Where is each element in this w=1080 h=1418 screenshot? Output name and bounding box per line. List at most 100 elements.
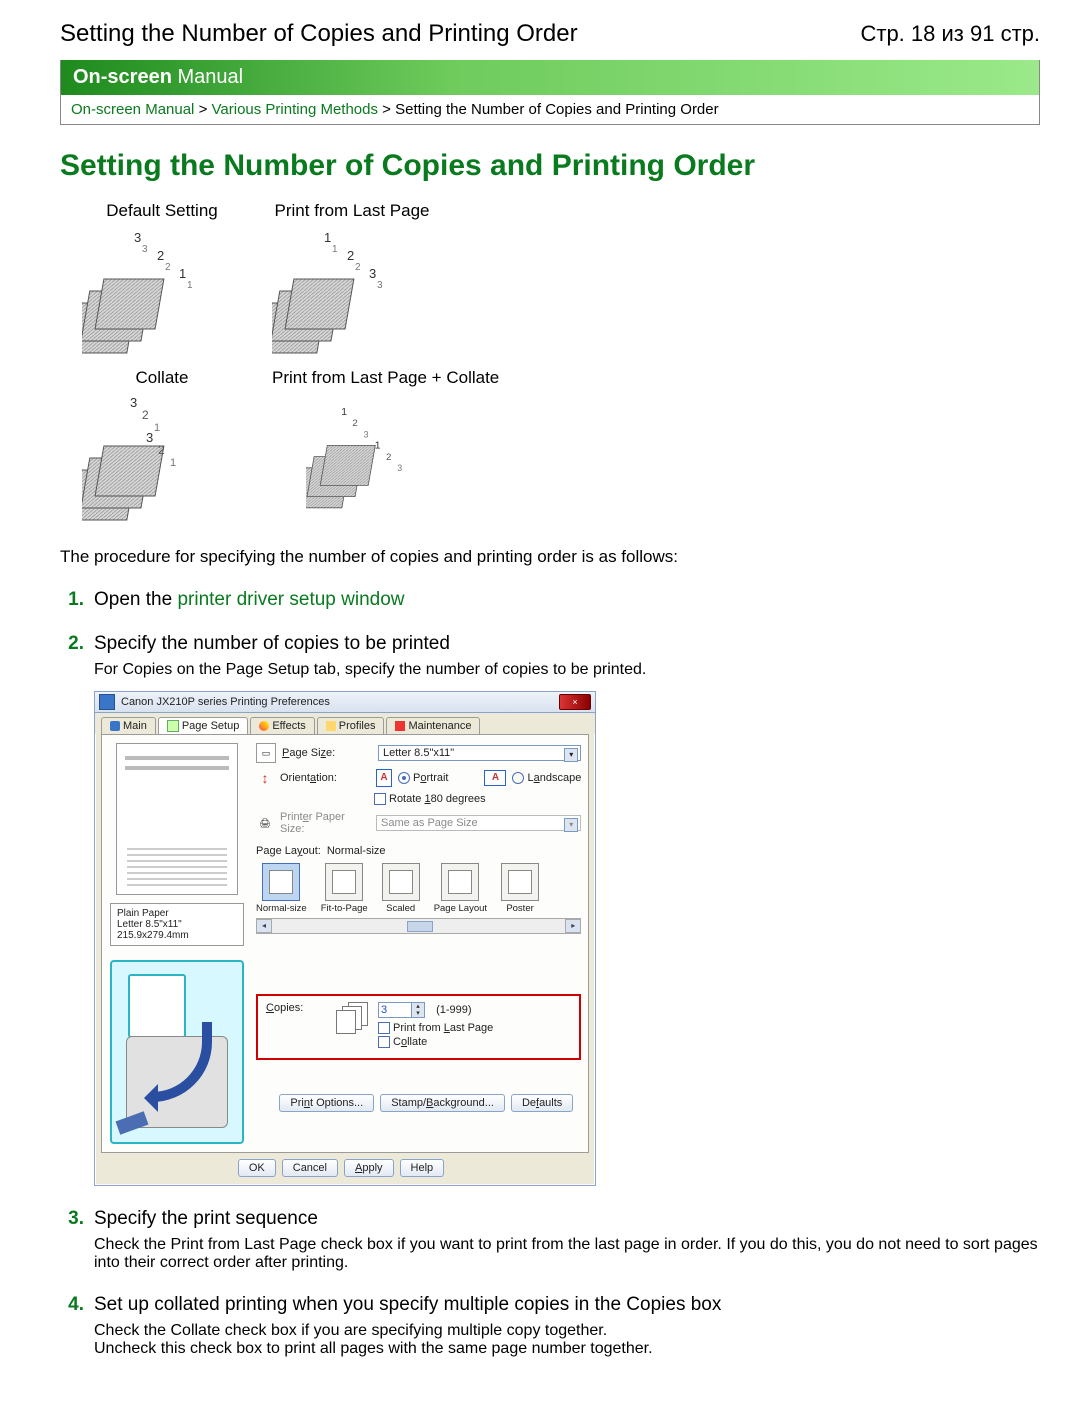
landscape-radio[interactable]: Landscape	[512, 772, 581, 784]
dialog-tabstrip: Main Page Setup Effects Profiles Mainten…	[95, 713, 595, 734]
page-size-combo[interactable]: Letter 8.5"x11" ▾	[378, 745, 581, 761]
copies-range: (1-999)	[436, 1004, 471, 1016]
scroll-left-button[interactable]: ◂	[256, 919, 272, 933]
layout-scaled[interactable]	[382, 863, 420, 901]
step-2-title: Specify the number of copies to be print…	[94, 633, 1040, 655]
figure-collate: 3 2 1 3 2 1	[82, 394, 242, 524]
intro-paragraph: The procedure for specifying the number …	[60, 547, 1040, 567]
svg-text:2: 2	[355, 262, 361, 273]
svg-text:3: 3	[369, 266, 376, 281]
step-3: 3. Specify the print sequence Check the …	[60, 1208, 1040, 1272]
dialog-titlebar[interactable]: Canon JX210P series Printing Preferences…	[95, 692, 595, 713]
printer-paper-size-combo: Same as Page Size ▾	[376, 815, 581, 831]
copies-spinner[interactable]: ▴▾	[378, 1002, 425, 1018]
step-1-prefix: Open the	[94, 589, 177, 610]
help-button[interactable]: Help	[400, 1159, 445, 1177]
tab-maintenance[interactable]: Maintenance	[386, 717, 480, 734]
svg-text:1: 1	[341, 407, 347, 418]
layout-normal-size[interactable]	[262, 863, 300, 901]
copies-stack-icon	[336, 1002, 368, 1034]
maintenance-icon	[395, 721, 405, 731]
step-4: 4. Set up collated printing when you spe…	[60, 1294, 1040, 1358]
apply-button[interactable]: Apply	[344, 1159, 394, 1177]
breadcrumb: On-screen Manual > Various Printing Meth…	[61, 95, 1039, 118]
print-from-last-page-checkbox[interactable]: Print from Last Page	[378, 1022, 571, 1034]
page-indicator: Стр. 18 из 91 стр.	[860, 21, 1040, 47]
layout-poster[interactable]	[501, 863, 539, 901]
defaults-button[interactable]: Defaults	[511, 1094, 573, 1112]
orientation-label: Orientation:	[280, 772, 370, 784]
step-number: 2.	[60, 633, 84, 1186]
stamp-background-button[interactable]: Stamp/Background...	[380, 1094, 505, 1112]
print-options-button[interactable]: Print Options...	[279, 1094, 374, 1112]
svg-text:1: 1	[187, 280, 193, 291]
ok-button[interactable]: OK	[238, 1159, 276, 1177]
page-layout-options: Normal-size Fit-to-Page Scaled Page Layo…	[256, 863, 581, 914]
scroll-right-button[interactable]: ▸	[565, 919, 581, 933]
tab-profiles[interactable]: Profiles	[317, 717, 385, 734]
svg-text:2: 2	[157, 248, 164, 263]
wrench-icon	[110, 721, 120, 731]
page-size-icon: ▭	[256, 743, 276, 763]
collate-checkbox[interactable]: Collate	[378, 1036, 571, 1048]
printer-driver-setup-window-link[interactable]: printer driver setup window	[177, 589, 404, 610]
step-2: 2. Specify the number of copies to be pr…	[60, 633, 1040, 1186]
svg-text:2: 2	[347, 248, 354, 263]
option-caption-lastpage-collate: Print from Last Page + Collate	[272, 368, 499, 388]
effects-icon	[259, 721, 269, 731]
page-layout-label: Page Layout:	[256, 845, 321, 857]
printer-paper-size-icon: 🖨	[256, 814, 274, 832]
layout-scrollbar[interactable]: ◂ ▸	[256, 918, 581, 934]
step-2-desc: For Copies on the Page Setup tab, specif…	[94, 661, 1040, 679]
svg-text:1: 1	[170, 457, 176, 469]
svg-text:2: 2	[386, 452, 391, 463]
tab-page-setup[interactable]: Page Setup	[158, 717, 249, 734]
tab-main[interactable]: Main	[101, 717, 156, 734]
media-line2: Letter 8.5"x11" 215.9x279.4mm	[117, 919, 237, 941]
portrait-icon: A	[376, 769, 392, 787]
copies-input[interactable]	[378, 1002, 412, 1018]
breadcrumb-link-home[interactable]: On-screen Manual	[71, 101, 194, 118]
rotate-180-checkbox[interactable]: Rotate 180 degrees	[374, 793, 486, 805]
dialog-title-text: Canon JX210P series Printing Preferences	[121, 696, 330, 708]
svg-text:2: 2	[142, 408, 149, 422]
printer-icon	[99, 694, 115, 710]
orientation-icon: ↕	[256, 769, 274, 787]
option-caption-default: Default Setting	[82, 201, 242, 221]
close-button[interactable]: ×	[559, 694, 591, 710]
page-icon	[167, 720, 179, 732]
step-3-title: Specify the print sequence	[94, 1208, 1040, 1230]
page-title: Setting the Number of Copies and Printin…	[60, 149, 1040, 183]
svg-text:2: 2	[165, 262, 171, 273]
svg-text:3: 3	[142, 244, 148, 255]
cancel-button[interactable]: Cancel	[282, 1159, 338, 1177]
portrait-radio[interactable]: Portrait	[398, 772, 448, 784]
option-caption-lastpage: Print from Last Page	[272, 201, 432, 221]
step-number: 4.	[60, 1294, 84, 1358]
copies-label: Copies:	[266, 1002, 326, 1014]
manual-frame: On-screen Manual On-screen Manual > Vari…	[60, 60, 1040, 125]
step-4-desc2: Uncheck this check box to print all page…	[94, 1340, 1040, 1358]
spin-up-button[interactable]: ▴	[412, 1003, 424, 1010]
dropdown-icon: ▾	[564, 748, 578, 762]
breadcrumb-current: Setting the Number of Copies and Printin…	[395, 101, 719, 118]
page-preview	[116, 743, 238, 895]
figure-print-from-last-page: 11 22 33	[272, 227, 432, 357]
tab-effects[interactable]: Effects	[250, 717, 314, 734]
page-layout-value: Normal-size	[327, 845, 386, 857]
svg-text:3: 3	[134, 230, 141, 245]
breadcrumb-link-methods[interactable]: Various Printing Methods	[212, 101, 378, 118]
svg-text:2: 2	[158, 443, 165, 457]
svg-text:1: 1	[324, 230, 331, 245]
svg-text:3: 3	[397, 463, 402, 473]
page-size-label: Page Size:	[282, 747, 372, 759]
spin-down-button[interactable]: ▾	[412, 1010, 424, 1017]
manual-header-text: On-screen Manual	[73, 66, 243, 88]
svg-text:3: 3	[377, 280, 383, 291]
layout-fit-to-page[interactable]	[325, 863, 363, 901]
scroll-thumb[interactable]	[407, 921, 433, 932]
figure-default-setting: 33 22 11	[82, 227, 242, 357]
media-line1: Plain Paper	[117, 908, 237, 919]
svg-text:1: 1	[332, 244, 338, 255]
layout-page-layout[interactable]	[441, 863, 479, 901]
